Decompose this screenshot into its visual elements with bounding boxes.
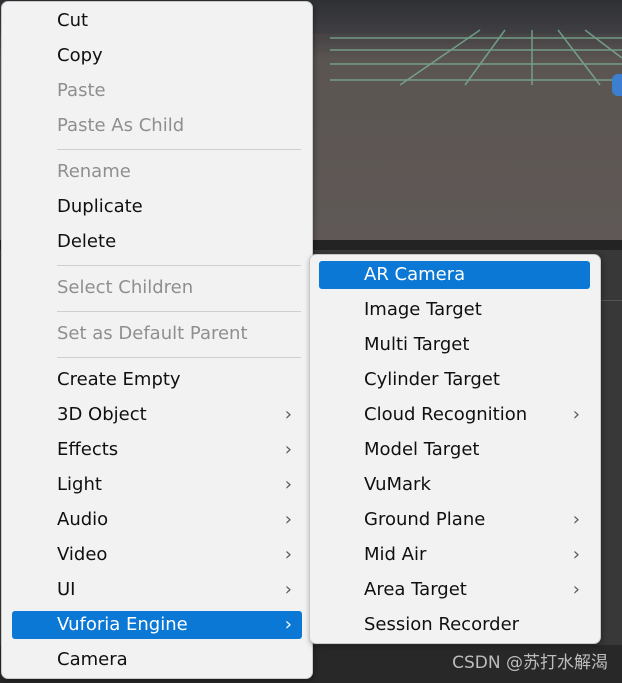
chevron-right-icon: ›	[284, 544, 292, 565]
menu-item-copy[interactable]: Copy	[12, 42, 302, 70]
menu-item-label: Set as Default Parent	[57, 323, 248, 344]
menu-item-label: Duplicate	[57, 196, 143, 217]
chevron-right-icon: ›	[572, 509, 580, 530]
menu-item-label: Cut	[57, 10, 89, 31]
chevron-right-icon: ›	[284, 509, 292, 530]
menu-item-create-empty[interactable]: Create Empty	[12, 366, 302, 394]
menu-item-ui[interactable]: UI ›	[12, 576, 302, 604]
submenu-item-ar-camera[interactable]: AR Camera	[319, 261, 590, 289]
vuforia-submenu: AR Camera Image Target Multi Target Cyli…	[309, 254, 601, 644]
menu-item-label: Delete	[57, 231, 117, 252]
menu-item-label: Select Children	[57, 277, 194, 298]
menu-separator	[57, 311, 301, 312]
menu-item-label: Rename	[57, 161, 131, 182]
chevron-right-icon: ›	[284, 474, 292, 495]
chevron-right-icon: ›	[284, 439, 292, 460]
menu-item-label: Copy	[57, 45, 103, 66]
menu-item-effects[interactable]: Effects ›	[12, 436, 302, 464]
watermark-text: CSDN @苏打水解渴	[452, 653, 608, 673]
submenu-item-model-target[interactable]: Model Target	[319, 436, 590, 464]
menu-item-label: Light	[57, 474, 102, 495]
menu-item-3d-object[interactable]: 3D Object ›	[12, 401, 302, 429]
menu-item-label: Camera	[57, 649, 128, 670]
submenu-item-cylinder-target[interactable]: Cylinder Target	[319, 366, 590, 394]
chevron-right-icon: ›	[572, 579, 580, 600]
menu-item-audio[interactable]: Audio ›	[12, 506, 302, 534]
menu-item-delete[interactable]: Delete	[12, 228, 302, 256]
menu-item-label: Vuforia Engine	[57, 614, 188, 635]
menu-item-vuforia-engine[interactable]: Vuforia Engine ›	[12, 611, 302, 639]
menu-separator	[57, 357, 301, 358]
submenu-item-multi-target[interactable]: Multi Target	[319, 331, 590, 359]
submenu-item-vumark[interactable]: VuMark	[319, 471, 590, 499]
menu-item-label: Ground Plane	[364, 509, 486, 530]
menu-item-label: Create Empty	[57, 369, 181, 390]
menu-item-label: Paste	[57, 80, 106, 101]
submenu-item-cloud-recognition[interactable]: Cloud Recognition ›	[319, 401, 590, 429]
menu-item-set-default-parent: Set as Default Parent	[12, 320, 302, 348]
menu-item-select-children: Select Children	[12, 274, 302, 302]
chevron-right-icon: ›	[572, 404, 580, 425]
chevron-right-icon: ›	[284, 404, 292, 425]
scene-object	[612, 74, 622, 96]
menu-item-label: Model Target	[364, 439, 480, 460]
menu-item-label: Paste As Child	[57, 115, 185, 136]
menu-item-label: Cylinder Target	[364, 369, 500, 390]
menu-item-label: 3D Object	[57, 404, 147, 425]
menu-separator	[57, 149, 301, 150]
submenu-item-mid-air[interactable]: Mid Air ›	[319, 541, 590, 569]
menu-item-paste: Paste	[12, 77, 302, 105]
chevron-right-icon: ›	[284, 614, 292, 635]
chevron-right-icon: ›	[572, 544, 580, 565]
menu-item-label: Audio	[57, 509, 109, 530]
menu-item-label: Cloud Recognition	[364, 404, 528, 425]
menu-item-label: Area Target	[364, 579, 467, 600]
context-menu: Cut Copy Paste Paste As Child Rename Dup…	[1, 1, 313, 679]
menu-item-label: Video	[57, 544, 108, 565]
menu-item-label: Session Recorder	[364, 614, 520, 635]
menu-item-label: AR Camera	[364, 264, 466, 285]
menu-item-duplicate[interactable]: Duplicate	[12, 193, 302, 221]
menu-item-light[interactable]: Light ›	[12, 471, 302, 499]
menu-separator	[57, 265, 301, 266]
submenu-item-session-recorder[interactable]: Session Recorder	[319, 611, 590, 639]
chevron-right-icon: ›	[284, 579, 292, 600]
menu-item-label: Multi Target	[364, 334, 470, 355]
submenu-item-area-target[interactable]: Area Target ›	[319, 576, 590, 604]
menu-item-paste-as-child: Paste As Child	[12, 112, 302, 140]
menu-item-label: VuMark	[364, 474, 431, 495]
menu-item-rename: Rename	[12, 158, 302, 186]
menu-item-label: Image Target	[364, 299, 482, 320]
menu-item-label: Effects	[57, 439, 119, 460]
menu-item-label: Mid Air	[364, 544, 427, 565]
menu-item-label: UI	[57, 579, 76, 600]
menu-item-cut[interactable]: Cut	[12, 7, 302, 35]
submenu-item-image-target[interactable]: Image Target	[319, 296, 590, 324]
submenu-item-ground-plane[interactable]: Ground Plane ›	[319, 506, 590, 534]
menu-item-video[interactable]: Video ›	[12, 541, 302, 569]
menu-item-camera[interactable]: Camera	[12, 646, 302, 674]
